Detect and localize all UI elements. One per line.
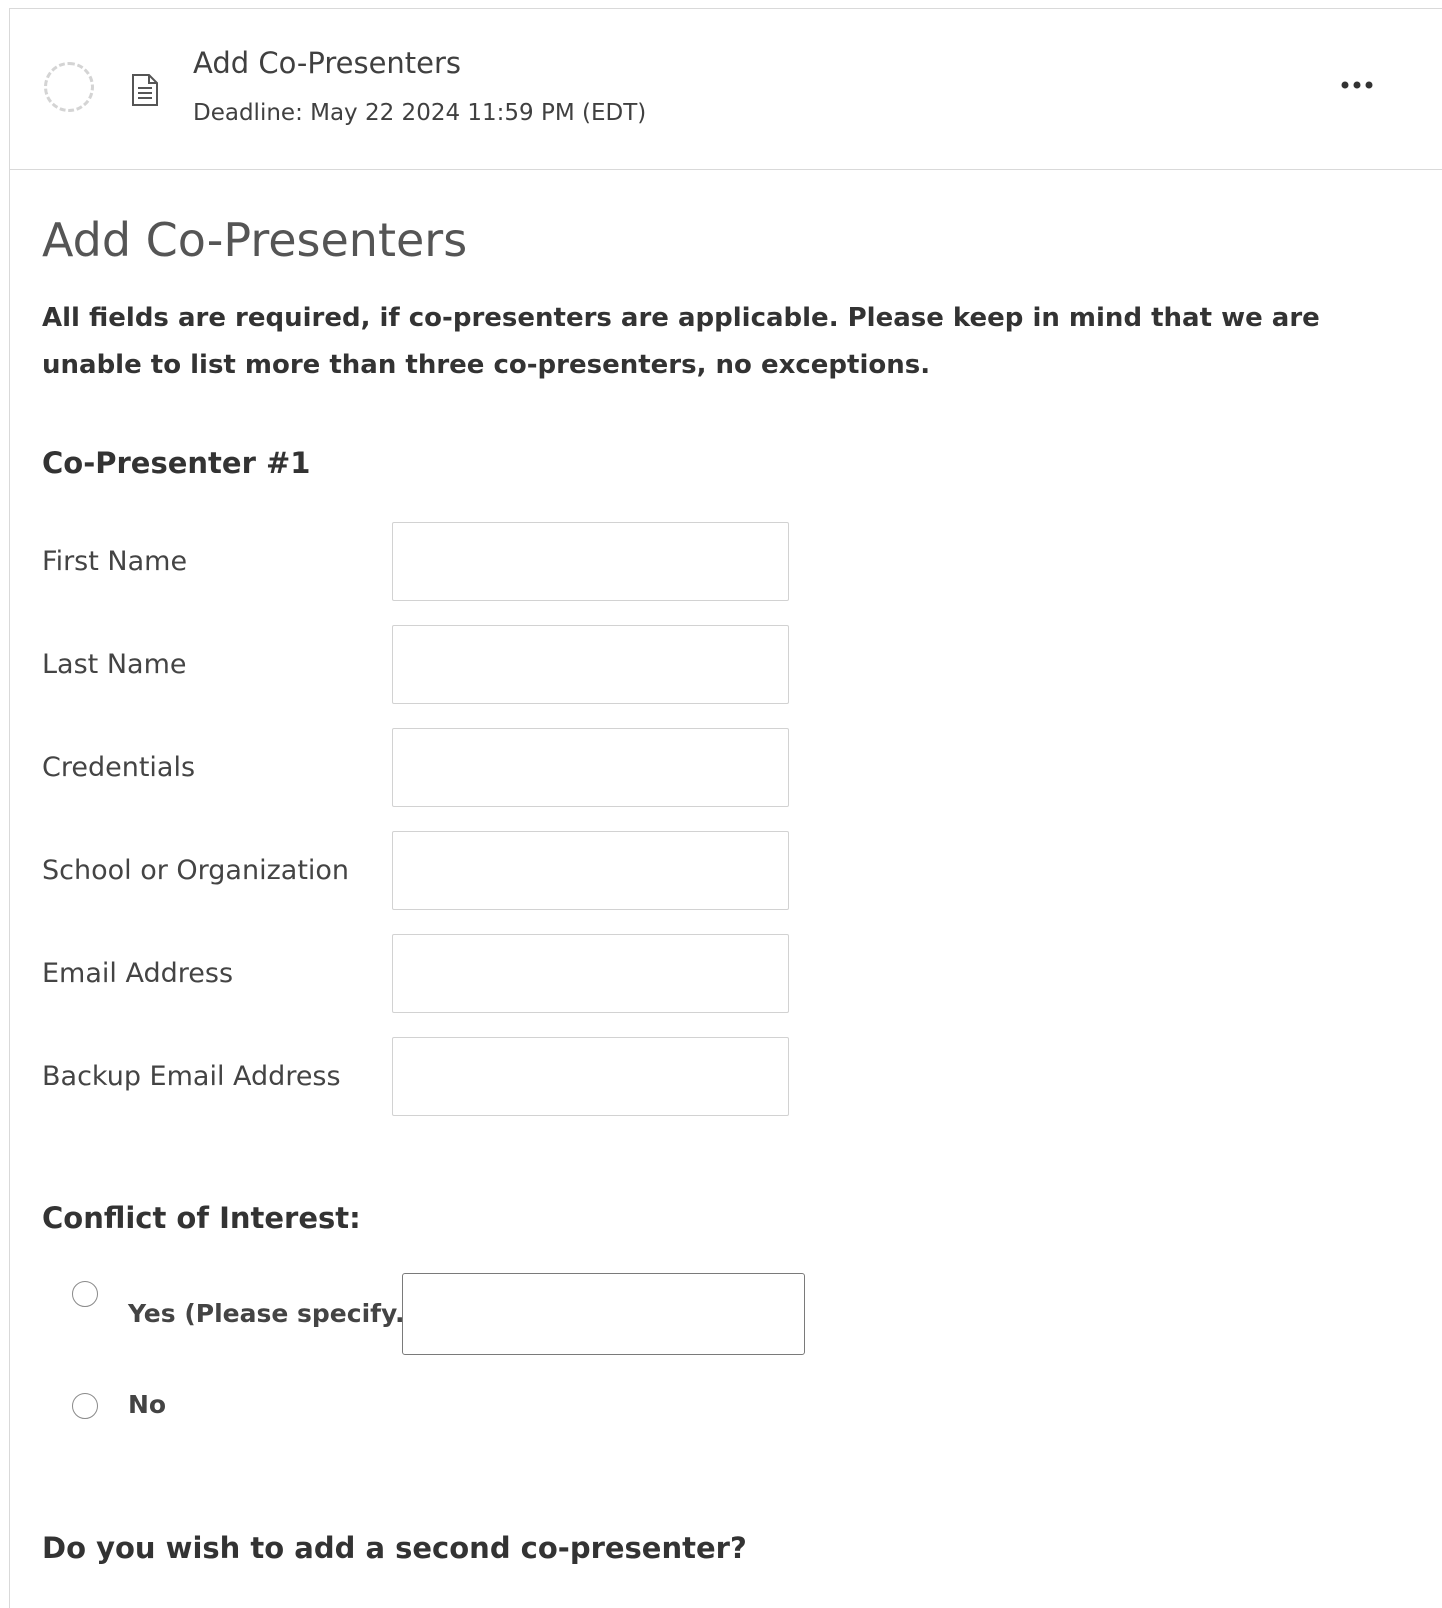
first-name-row: First Name (42, 522, 802, 602)
backup-email-row: Backup Email Address (42, 1037, 802, 1117)
backup-email-label: Backup Email Address (42, 1061, 341, 1092)
document-icon (132, 74, 158, 106)
first-name-label: First Name (42, 546, 188, 577)
conflict-specify-input[interactable] (402, 1273, 805, 1355)
last-name-input[interactable] (392, 625, 789, 704)
more-options-button[interactable] (1335, 69, 1379, 101)
school-organization-label: School or Organization (42, 855, 350, 886)
conflict-no-label[interactable]: No (128, 1390, 166, 1419)
conflict-yes-radio[interactable] (72, 1281, 98, 1307)
status-pending-icon (44, 62, 94, 112)
email-address-label: Email Address (42, 958, 234, 989)
credentials-input[interactable] (392, 728, 789, 807)
second-co-presenter-question: Do you wish to add a second co-presenter… (42, 1531, 747, 1565)
conflict-of-interest-heading: Conflict of Interest: (42, 1201, 361, 1235)
credentials-row: Credentials (42, 728, 802, 808)
email-address-input[interactable] (392, 934, 789, 1013)
last-name-row: Last Name (42, 625, 802, 705)
school-organization-row: School or Organization (42, 831, 802, 911)
instructions-text: All fields are required, if co-presenter… (42, 303, 1320, 380)
task-title: Add Co-Presenters (193, 46, 462, 80)
conflict-yes-label[interactable]: Yes (Please specify.) (128, 1299, 416, 1328)
last-name-label: Last Name (42, 649, 187, 680)
task-panel: Add Co-Presenters Deadline: May 22 2024 … (9, 8, 1442, 1608)
school-organization-input[interactable] (392, 831, 789, 910)
credentials-label: Credentials (42, 752, 196, 783)
backup-email-input[interactable] (392, 1037, 789, 1116)
task-header: Add Co-Presenters Deadline: May 22 2024 … (10, 9, 1442, 170)
page-title: Add Co-Presenters (42, 213, 468, 267)
conflict-no-radio[interactable] (72, 1393, 98, 1419)
more-horizontal-icon (1341, 81, 1373, 89)
co-presenter-1-heading: Co-Presenter #1 (42, 446, 311, 480)
first-name-input[interactable] (392, 522, 789, 601)
email-address-row: Email Address (42, 934, 802, 1014)
task-deadline: Deadline: May 22 2024 11:59 PM (EDT) (193, 100, 647, 126)
